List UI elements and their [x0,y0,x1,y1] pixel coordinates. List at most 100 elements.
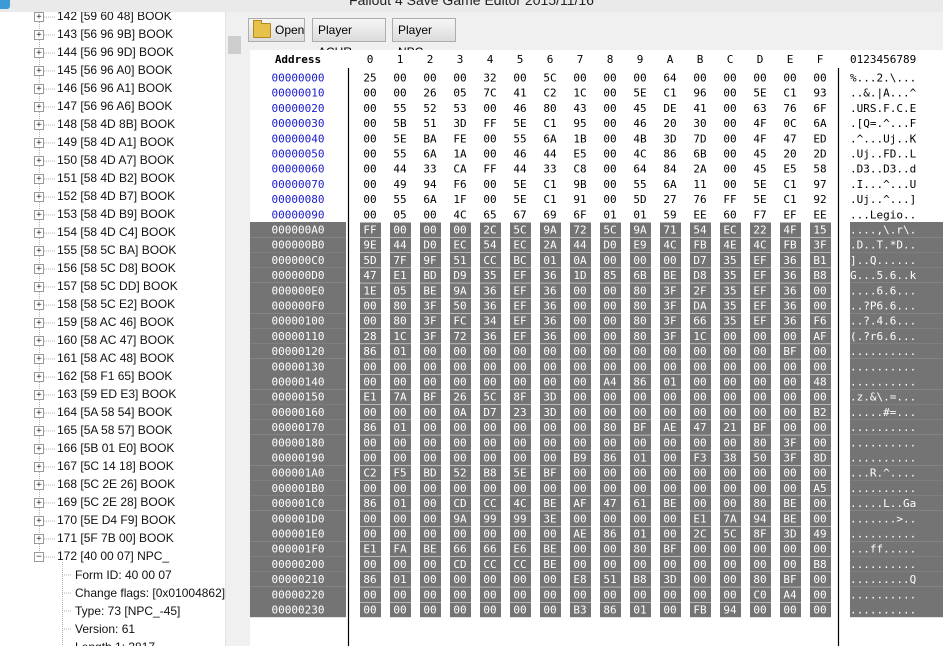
byte-value[interactable]: 00 [513,421,526,434]
byte-value[interactable]: 00 [693,497,706,510]
tree-node[interactable]: +163 [59 ED E3] BOOK [32,386,237,404]
byte-value[interactable]: 00 [813,467,826,480]
expand-icon[interactable]: + [34,444,44,454]
byte-value[interactable]: 00 [603,512,616,525]
byte-value[interactable]: 32 [483,72,496,85]
tree-child-item[interactable]: Type: 73 [NPC_-45] [75,602,180,620]
byte-value[interactable]: 00 [663,588,676,601]
byte-value[interactable]: 00 [663,452,676,465]
byte-value[interactable]: 00 [783,376,796,389]
byte-value[interactable]: CD [453,497,466,510]
expand-icon[interactable]: + [34,228,44,238]
byte-value[interactable]: 67 [513,208,526,221]
byte-value[interactable]: 00 [363,87,376,100]
byte-value[interactable]: 00 [723,132,736,145]
byte-value[interactable]: 80 [633,315,646,328]
byte-value[interactable]: FF [363,224,376,237]
byte-value[interactable]: 80 [753,436,766,449]
byte-value[interactable]: 00 [813,588,826,601]
tree-node[interactable]: +145 [56 96 A0] BOOK [32,62,237,80]
byte-value[interactable]: E6 [513,543,526,556]
byte-value[interactable]: F6 [453,178,466,191]
byte-value[interactable]: BC [513,254,526,267]
byte-value[interactable]: 45 [753,163,766,176]
tree-node[interactable]: +142 [59 60 48] BOOK [32,12,237,26]
byte-value[interactable]: CC [483,497,496,510]
byte-value[interactable]: 36 [543,284,556,297]
byte-value[interactable]: 46 [513,148,526,161]
open-button[interactable]: Open [248,18,305,42]
byte-value[interactable]: 00 [663,345,676,358]
byte-value[interactable]: 00 [693,391,706,404]
byte-value[interactable]: 00 [723,406,736,419]
byte-value[interactable]: 80 [633,330,646,343]
byte-value[interactable]: 00 [483,436,496,449]
byte-value[interactable]: 00 [723,573,736,586]
byte-value[interactable]: 00 [543,604,556,617]
byte-value[interactable]: 00 [393,604,406,617]
expand-icon[interactable]: + [34,534,44,544]
byte-value[interactable]: 00 [483,482,496,495]
tree-node[interactable]: − 172 [40 00 07] NPC_ [32,548,237,566]
byte-value[interactable]: CD [453,558,466,571]
byte-value[interactable]: E1 [693,512,706,525]
expand-icon[interactable]: + [34,102,44,112]
byte-value[interactable]: A5 [813,482,826,495]
byte-value[interactable]: 44 [393,239,407,252]
byte-value[interactable]: 01 [393,497,406,510]
tree-node[interactable]: +166 [5B 01 E0] BOOK [32,440,237,458]
byte-value[interactable]: 00 [363,512,376,525]
byte-value[interactable]: 6B [693,148,707,161]
byte-value[interactable]: 00 [723,102,736,115]
byte-value[interactable]: 36 [783,284,796,297]
byte-value[interactable]: EF [513,284,526,297]
byte-value[interactable]: 00 [723,558,736,571]
byte-value[interactable]: 5E [753,193,766,206]
byte-value[interactable]: 00 [393,224,406,237]
byte-value[interactable]: 9A [453,512,467,525]
byte-value[interactable]: 26 [453,391,466,404]
byte-value[interactable]: 22 [753,224,766,237]
byte-value[interactable]: 6B [633,269,647,282]
tree-child-item[interactable]: Length 1: 3817 [75,638,155,646]
byte-value[interactable]: 00 [393,452,406,465]
byte-value[interactable]: 45 [633,102,646,115]
byte-value[interactable]: D0 [423,239,436,252]
byte-value[interactable]: 5E [513,193,526,206]
tree-node[interactable]: +156 [58 5C D8] BOOK [32,260,237,278]
byte-value[interactable]: 00 [783,360,796,373]
byte-value[interactable]: 00 [453,360,466,373]
byte-value[interactable]: 35 [723,269,736,282]
byte-value[interactable]: C1 [663,87,676,100]
byte-value[interactable]: 4F [783,224,796,237]
byte-value[interactable]: 00 [603,406,616,419]
collapse-icon[interactable]: − [34,552,44,562]
byte-value[interactable]: 00 [663,604,676,617]
byte-value[interactable]: 80 [543,102,556,115]
byte-value[interactable]: 27 [663,193,676,206]
byte-value[interactable]: 00 [723,543,736,556]
byte-value[interactable]: D0 [603,239,616,252]
byte-value[interactable]: 94 [423,178,437,191]
byte-value[interactable]: 00 [693,558,706,571]
byte-value[interactable]: 5E [633,87,646,100]
byte-value[interactable]: A4 [783,588,797,601]
byte-value[interactable]: 65 [483,208,496,221]
byte-value[interactable]: 00 [423,558,436,571]
byte-value[interactable]: 00 [513,573,526,586]
byte-value[interactable]: 80 [633,543,646,556]
byte-value[interactable]: 86 [663,148,676,161]
byte-value[interactable]: 00 [603,360,616,373]
byte-value[interactable]: 00 [513,360,526,373]
byte-value[interactable]: 00 [603,345,616,358]
byte-value[interactable]: 00 [543,421,556,434]
byte-value[interactable]: 00 [813,300,826,313]
byte-value[interactable]: 93 [813,87,826,100]
byte-value[interactable]: 4B [633,132,647,145]
byte-value[interactable]: ED [813,132,826,145]
byte-value[interactable]: 00 [663,391,676,404]
byte-value[interactable]: 4C [753,239,766,252]
byte-value[interactable]: 49 [813,528,826,541]
byte-value[interactable]: 00 [543,360,556,373]
byte-value[interactable]: 1E [363,284,376,297]
